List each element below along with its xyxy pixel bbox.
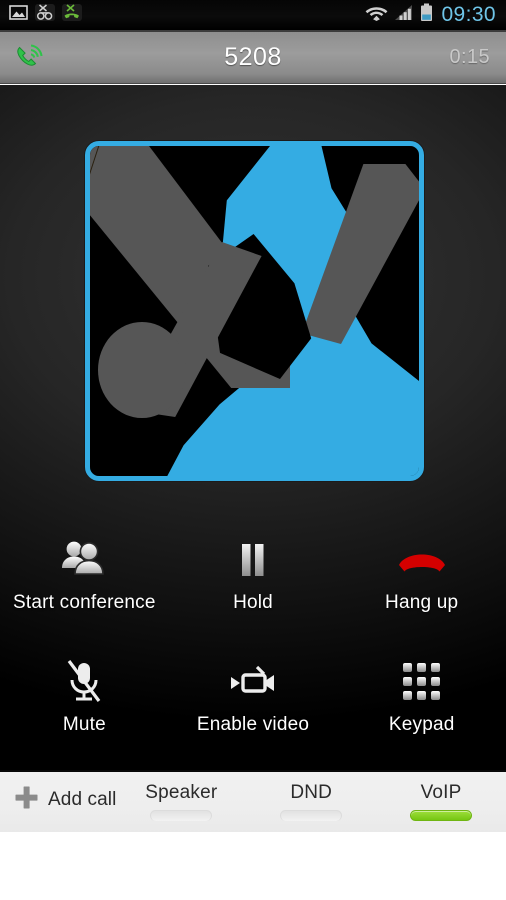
keypad-label: Keypad [388,714,455,735]
hang-up-label: Hang up [385,592,459,613]
contact-photo[interactable] [85,141,424,481]
voicemail-unavailable-icon [35,3,55,27]
active-call-icon [6,41,52,75]
status-bar-clock: 09:30 [441,2,496,26]
mute-label: Mute [62,714,106,735]
add-call-button[interactable]: Add call [0,772,116,815]
content-area-blank [0,832,506,900]
call-duration: 0:15 [449,46,490,68]
microphone-muted-icon [63,654,105,710]
keypad-grid-icon [401,654,443,710]
speaker-toggle-label: Speaker [145,782,218,803]
voip-toggle[interactable]: VoIP [376,772,506,821]
add-call-label: Add call [48,789,117,810]
battery-icon [420,3,433,27]
voip-toggle-indicator [410,810,473,821]
wifi-icon [365,4,388,27]
contact-silhouette-icon [90,146,419,476]
speaker-toggle[interactable]: Speaker [116,772,246,821]
hold-label: Hold [233,592,273,613]
mute-button[interactable]: Mute [0,642,169,764]
screenshot-image-icon [9,3,28,27]
start-conference-button[interactable]: Start conference [0,520,169,642]
enable-video-button[interactable]: Enable video [169,642,338,764]
hang-up-handset-icon [395,532,449,588]
status-bar-system-icons: 09:30 [365,3,506,27]
status-bar: 09:30 [0,0,506,30]
call-title-bar: 5208 0:15 [0,32,506,84]
dnd-toggle[interactable]: DND [246,772,376,821]
status-bar-notification-icons [0,3,82,27]
dnd-toggle-label: DND [290,782,333,803]
enable-video-label: Enable video [196,714,310,735]
voip-toggle-label: VoIP [420,782,462,803]
in-call-screen: 09:30 5208 0:15 Start conference Hold Ha… [0,0,506,900]
speaker-toggle-indicator [150,810,213,821]
call-controls-row-1: Start conference Hold Hang up [0,520,506,642]
hang-up-button[interactable]: Hang up [337,520,506,642]
cellular-signal-icon [394,4,414,27]
conference-people-icon [59,532,109,588]
missed-call-icon [62,3,82,27]
call-number: 5208 [224,43,282,71]
dnd-toggle-indicator [280,810,343,821]
keypad-button[interactable]: Keypad [337,642,506,764]
pause-icon [237,532,269,588]
plus-icon [14,785,39,815]
video-camera-icon [227,654,279,710]
call-controls-row-2: Mute Enable video Keypad [0,642,506,764]
bottom-toolbar: Add call Speaker DND VoIP [0,770,506,832]
start-conference-label: Start conference [13,592,156,613]
hold-button[interactable]: Hold [169,520,338,642]
call-controls: Start conference Hold Hang up Mute Enabl… [0,520,506,764]
